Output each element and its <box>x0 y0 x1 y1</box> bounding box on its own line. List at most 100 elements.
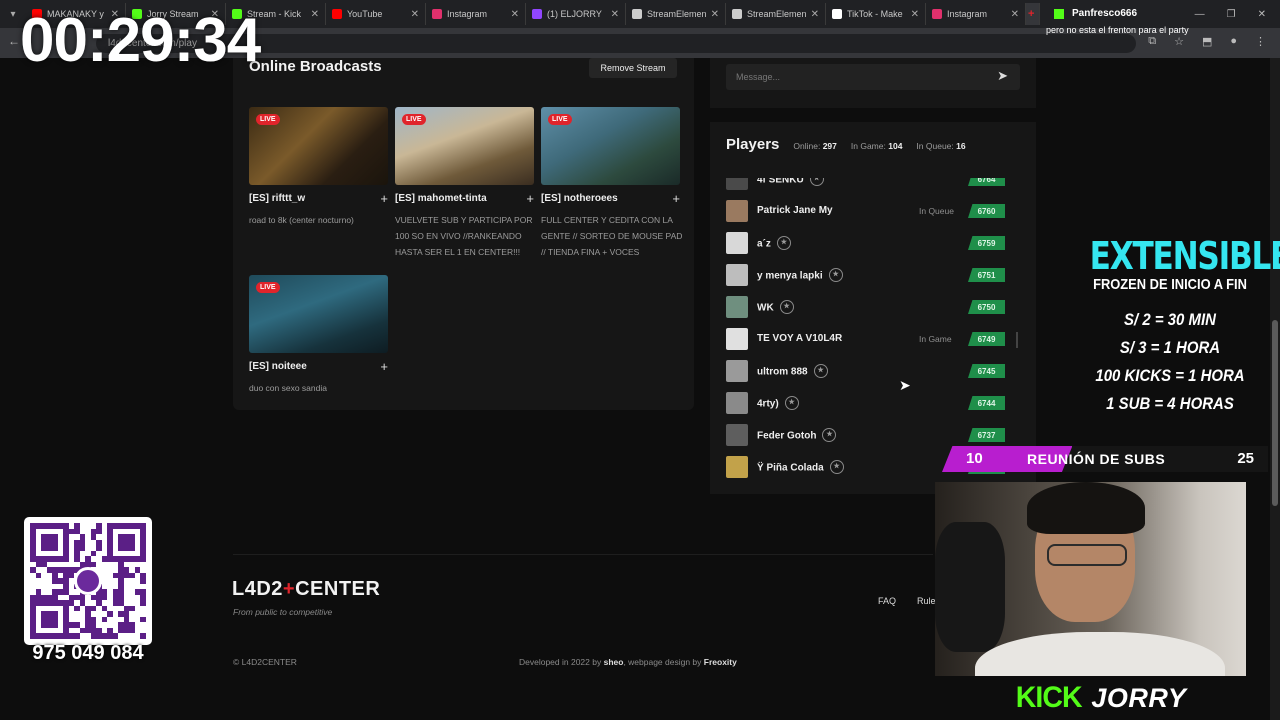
player-name[interactable]: Feder Gotoh ★ <box>757 428 837 443</box>
send-icon[interactable]: ➤ <box>997 68 1008 84</box>
stream-timer: 00:29:34 <box>20 6 261 75</box>
player-avatar[interactable] <box>726 200 748 222</box>
player-elo: 6750 <box>968 300 1005 314</box>
tab-close-icon[interactable]: ✕ <box>911 9 919 20</box>
remove-stream-button[interactable]: Remove Stream <box>589 58 677 78</box>
player-list-scrollbar[interactable] <box>1016 332 1018 348</box>
kick-icon <box>1054 9 1064 19</box>
broadcast-card[interactable]: LIVE [ES] mahomet-tinta + VUELVETE SUB Y… <box>395 107 534 257</box>
player-name[interactable]: TE VOY A V10L4R <box>757 333 842 344</box>
rank-badge-icon: ★ <box>829 460 844 474</box>
player-name[interactable]: Patrick Jane My <box>757 205 833 216</box>
browser-tab[interactable]: StreamElements ✕ <box>626 3 726 25</box>
tab-close-icon[interactable]: ✕ <box>611 9 619 20</box>
player-avatar[interactable] <box>726 296 748 318</box>
broadcast-card[interactable]: LIVE [ES] noiteee + duo con sexo sandia <box>249 275 388 393</box>
scrollbar-thumb[interactable] <box>1272 320 1278 506</box>
back-arrow-icon[interactable]: ← <box>8 34 20 48</box>
player-elo: 6759 <box>968 236 1005 250</box>
tab-favicon-icon <box>832 9 842 19</box>
site-logo[interactable]: L4D2+CENTER <box>232 578 380 601</box>
message-input[interactable]: Message... <box>726 64 1020 90</box>
streamer-name[interactable]: [ES] noiteee <box>249 361 307 372</box>
player-avatar[interactable] <box>726 392 748 414</box>
streamer-name[interactable]: [ES] mahomet-tinta <box>395 193 487 204</box>
chat-notification: Panfresco666 pero no esta el frenton par… <box>1040 5 1272 39</box>
player-name[interactable]: Ÿ Piña Colada ★ <box>757 460 844 475</box>
tab-close-icon[interactable]: ✕ <box>311 9 319 20</box>
streamer-name[interactable]: [ES] rifttt_w <box>249 193 305 204</box>
faq-link[interactable]: FAQ <box>878 596 896 606</box>
player-name[interactable]: 4rty) ★ <box>757 396 799 411</box>
kick-username: JORRY <box>1091 682 1187 713</box>
live-badge: LIVE <box>256 282 280 293</box>
stream-description: FULL CENTER Y CEDITA CON LA GENTE // SOR… <box>541 215 683 257</box>
streamer-name[interactable]: [ES] notheroees <box>541 193 618 204</box>
player-avatar[interactable] <box>726 328 748 350</box>
stream-description: road to 8k (center nocturno) <box>249 215 354 225</box>
tab-close-icon[interactable]: ✕ <box>1011 9 1019 20</box>
player-avatar[interactable] <box>726 264 748 286</box>
notification-message: pero no esta el frenton para el party <box>1046 25 1189 35</box>
stream-description: VUELVETE SUB Y PARTICIPA POR 100 SO EN V… <box>395 215 533 257</box>
player-status: In Queue <box>919 206 954 216</box>
browser-tab[interactable]: (1) ELJORRY ✕ <box>526 3 626 25</box>
subs-current: 10 <box>966 450 983 467</box>
player-name[interactable]: 4f SENKU ★ <box>757 178 824 187</box>
player-avatar[interactable] <box>726 424 748 446</box>
player-row[interactable]: Patrick Jane My In Queue 6760 <box>726 200 1006 222</box>
browser-tab[interactable]: StreamElements ✕ <box>726 3 826 25</box>
player-row[interactable]: TE VOY A V10L4R In Game 6749 <box>726 328 1006 350</box>
tab-close-icon[interactable]: ✕ <box>711 9 719 20</box>
ingame-count: In Game: 104 <box>850 141 903 151</box>
tab-close-icon[interactable]: ✕ <box>511 9 519 20</box>
player-name[interactable]: y menya lapki ★ <box>757 268 843 283</box>
player-name-text: Ÿ Piña Colada <box>757 462 824 474</box>
player-row[interactable]: WK ★ 6750 <box>726 296 1006 318</box>
browser-tab[interactable]: YouTube ✕ <box>326 3 426 25</box>
player-row[interactable]: 4rty) ★ 6744 <box>726 392 1006 414</box>
price-line: 1 SUB = 4 HORAS <box>1106 394 1234 413</box>
player-avatar[interactable] <box>726 178 748 190</box>
broadcasts-title: Online Broadcasts <box>249 58 382 75</box>
tab-close-icon[interactable]: ✕ <box>411 9 419 20</box>
browser-tab[interactable]: Instagram ✕ <box>926 3 1026 25</box>
webcam-feed <box>935 482 1246 676</box>
player-avatar[interactable] <box>726 456 748 478</box>
player-name[interactable]: a´z ★ <box>757 236 791 251</box>
player-name-text: 4rty) <box>757 398 779 410</box>
stream-thumbnail[interactable]: LIVE <box>541 107 680 185</box>
stream-thumbnail[interactable]: LIVE <box>395 107 534 185</box>
add-stream-icon[interactable]: + <box>526 191 534 206</box>
player-row[interactable]: y menya lapki ★ 6751 <box>726 264 1006 286</box>
stream-thumbnail[interactable]: LIVE <box>249 275 388 353</box>
player-row[interactable]: 4f SENKU ★ 6764 <box>726 178 1006 190</box>
tab-new-active[interactable]: + <box>1026 3 1040 25</box>
add-stream-icon[interactable]: + <box>380 359 388 374</box>
player-name[interactable]: WK ★ <box>757 300 794 315</box>
player-row[interactable]: a´z ★ 6759 <box>726 232 1006 254</box>
player-row[interactable]: Feder Gotoh ★ 6737 <box>726 424 1006 446</box>
browser-tab[interactable]: Instagram ✕ <box>426 3 526 25</box>
add-stream-icon[interactable]: + <box>380 191 388 206</box>
price-line: 100 KICKS = 1 HORA <box>1095 366 1245 385</box>
player-row[interactable]: ultrom 888 ★ 6745 <box>726 360 1006 382</box>
add-stream-icon[interactable]: + <box>672 191 680 206</box>
tab-favicon-icon <box>732 9 742 19</box>
rules-link[interactable]: Rule <box>917 596 936 606</box>
browser-tab[interactable]: TikTok - Make ✕ <box>826 3 926 25</box>
stream-thumbnail[interactable]: LIVE <box>249 107 388 185</box>
page-scrollbar[interactable] <box>1270 58 1280 720</box>
player-avatar[interactable] <box>726 232 748 254</box>
player-name[interactable]: ultrom 888 ★ <box>757 364 828 379</box>
player-name-text: WK <box>757 302 774 314</box>
tab-title: TikTok - Make <box>847 9 903 19</box>
broadcast-card[interactable]: LIVE [ES] rifttt_w + road to 8k (center … <box>249 107 388 225</box>
broadcast-card[interactable]: LIVE [ES] notheroees + FULL CENTER Y CED… <box>541 107 682 257</box>
notification-user: Panfresco666 <box>1072 8 1138 19</box>
tab-close-icon[interactable]: ✕ <box>811 9 819 20</box>
player-avatar[interactable] <box>726 360 748 382</box>
webcam-hair <box>1027 482 1145 534</box>
tab-title: (1) ELJORRY <box>547 9 602 19</box>
credits: Developed in 2022 by sheo, webpage desig… <box>519 657 737 667</box>
